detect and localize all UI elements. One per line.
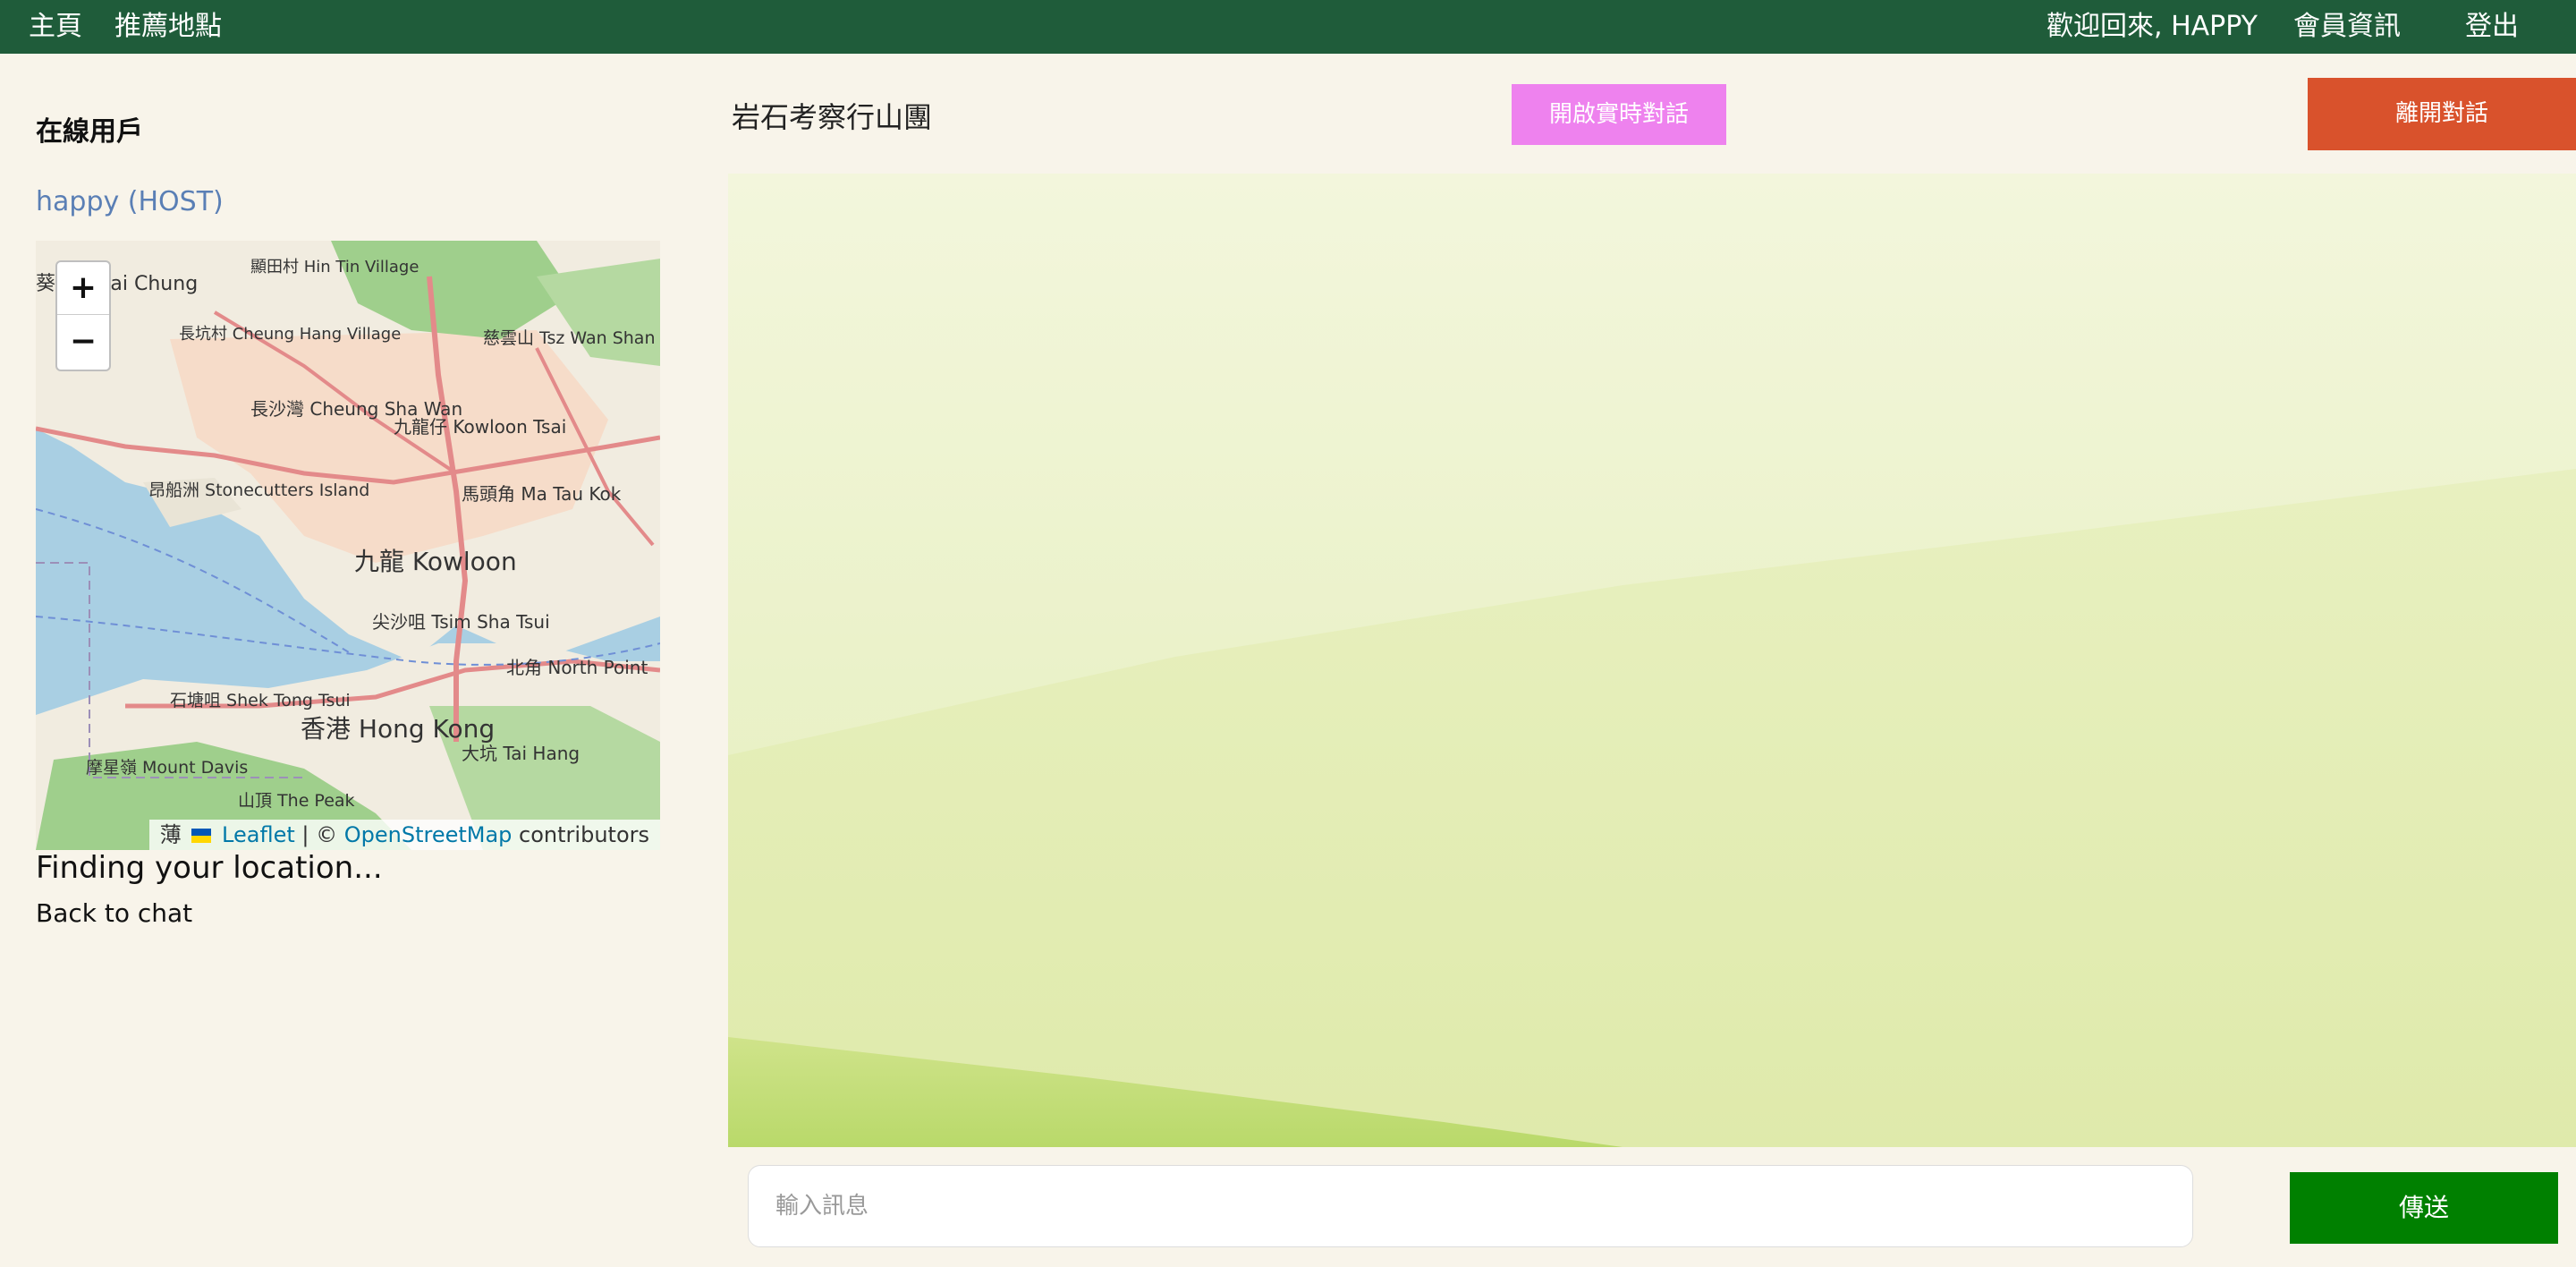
- send-button[interactable]: 傳送: [2290, 1172, 2558, 1244]
- message-input[interactable]: [748, 1165, 2193, 1247]
- attribution-prefix: 薄: [159, 822, 182, 847]
- map-label: 石塘咀 Shek Tong Tsui: [170, 691, 351, 710]
- map-label: 慈雲山 Tsz Wan Shan: [483, 328, 656, 348]
- nav-home-link[interactable]: 主頁: [29, 9, 82, 45]
- ukraine-flag-icon: [191, 829, 212, 843]
- map-label: 昂船洲 Stonecutters Island: [148, 480, 369, 500]
- zoom-out-button[interactable]: −: [57, 316, 109, 368]
- map-label: 香港 Hong Kong: [301, 714, 495, 744]
- welcome-text: 歡迎回來, HAPPY: [2046, 11, 2258, 42]
- bg-watercolor-band: [728, 469, 2576, 1147]
- back-to-chat-link[interactable]: Back to chat: [36, 898, 192, 928]
- map-label: 顯田村 Hin Tin Village: [250, 258, 419, 276]
- attribution-suffix: contributors: [512, 822, 649, 847]
- start-realtime-chat-button[interactable]: 開啟實時對話: [1512, 84, 1726, 145]
- leaflet-link[interactable]: Leaflet: [222, 822, 295, 847]
- chat-input-bar: 傳送: [728, 1147, 2576, 1267]
- map-zoom-control: + −: [55, 260, 111, 371]
- attribution-separator: | ©: [294, 822, 344, 847]
- leave-chat-button[interactable]: 離開對話: [2308, 78, 2576, 150]
- location-map[interactable]: 葵涌 Kwai Chung 顯田村 Hin Tin Village 長坑村 Ch…: [36, 241, 660, 850]
- online-users-title: 在線用戶: [36, 116, 143, 148]
- online-users-panel: 在線用戶 happy (HOST) 葵涌 Kwai Chung 顯田村 Hin …: [0, 54, 728, 1267]
- location-status-text: Finding your location...: [36, 850, 383, 886]
- map-label: 摩星嶺 Mount Davis: [86, 758, 248, 778]
- top-nav-bar: 主頁 推薦地點 歡迎回來, HAPPY 會員資訊 登出: [0, 0, 2576, 54]
- openstreetmap-link[interactable]: OpenStreetMap: [344, 822, 513, 847]
- online-user-item[interactable]: happy (HOST): [36, 186, 224, 217]
- map-label: 長坑村 Cheung Hang Village: [179, 325, 401, 344]
- map-label: 北角 North Point: [506, 657, 648, 678]
- chat-header: 岩石考察行山團 開啟實時對話 離開對話: [728, 54, 2576, 174]
- map-label: 馬頭角 Ma Tau Kok: [462, 483, 622, 505]
- map-tiles: 葵涌 Kwai Chung 顯田村 Hin Tin Village 長坑村 Ch…: [36, 241, 660, 850]
- map-attribution: 薄 Leaflet | © OpenStreetMap contributors: [148, 820, 660, 850]
- map-label: 九龍仔 Kowloon Tsai: [394, 416, 566, 438]
- map-label: 山頂 The Peak: [238, 791, 355, 811]
- nav-logout-link[interactable]: 登出: [2465, 9, 2519, 45]
- map-label: 九龍 Kowloon: [354, 547, 517, 576]
- map-label: 尖沙咀 Tsim Sha Tsui: [372, 611, 550, 633]
- map-label: 大坑 Tai Hang: [462, 743, 580, 764]
- nav-recommended-link[interactable]: 推薦地點: [114, 9, 222, 45]
- nav-member-info-link[interactable]: 會員資訊: [2293, 9, 2401, 45]
- chat-background: [728, 469, 2576, 1147]
- zoom-in-button[interactable]: +: [57, 262, 109, 315]
- chat-messages-area: [728, 174, 2576, 1147]
- chat-room-title: 岩石考察行山團: [732, 100, 933, 134]
